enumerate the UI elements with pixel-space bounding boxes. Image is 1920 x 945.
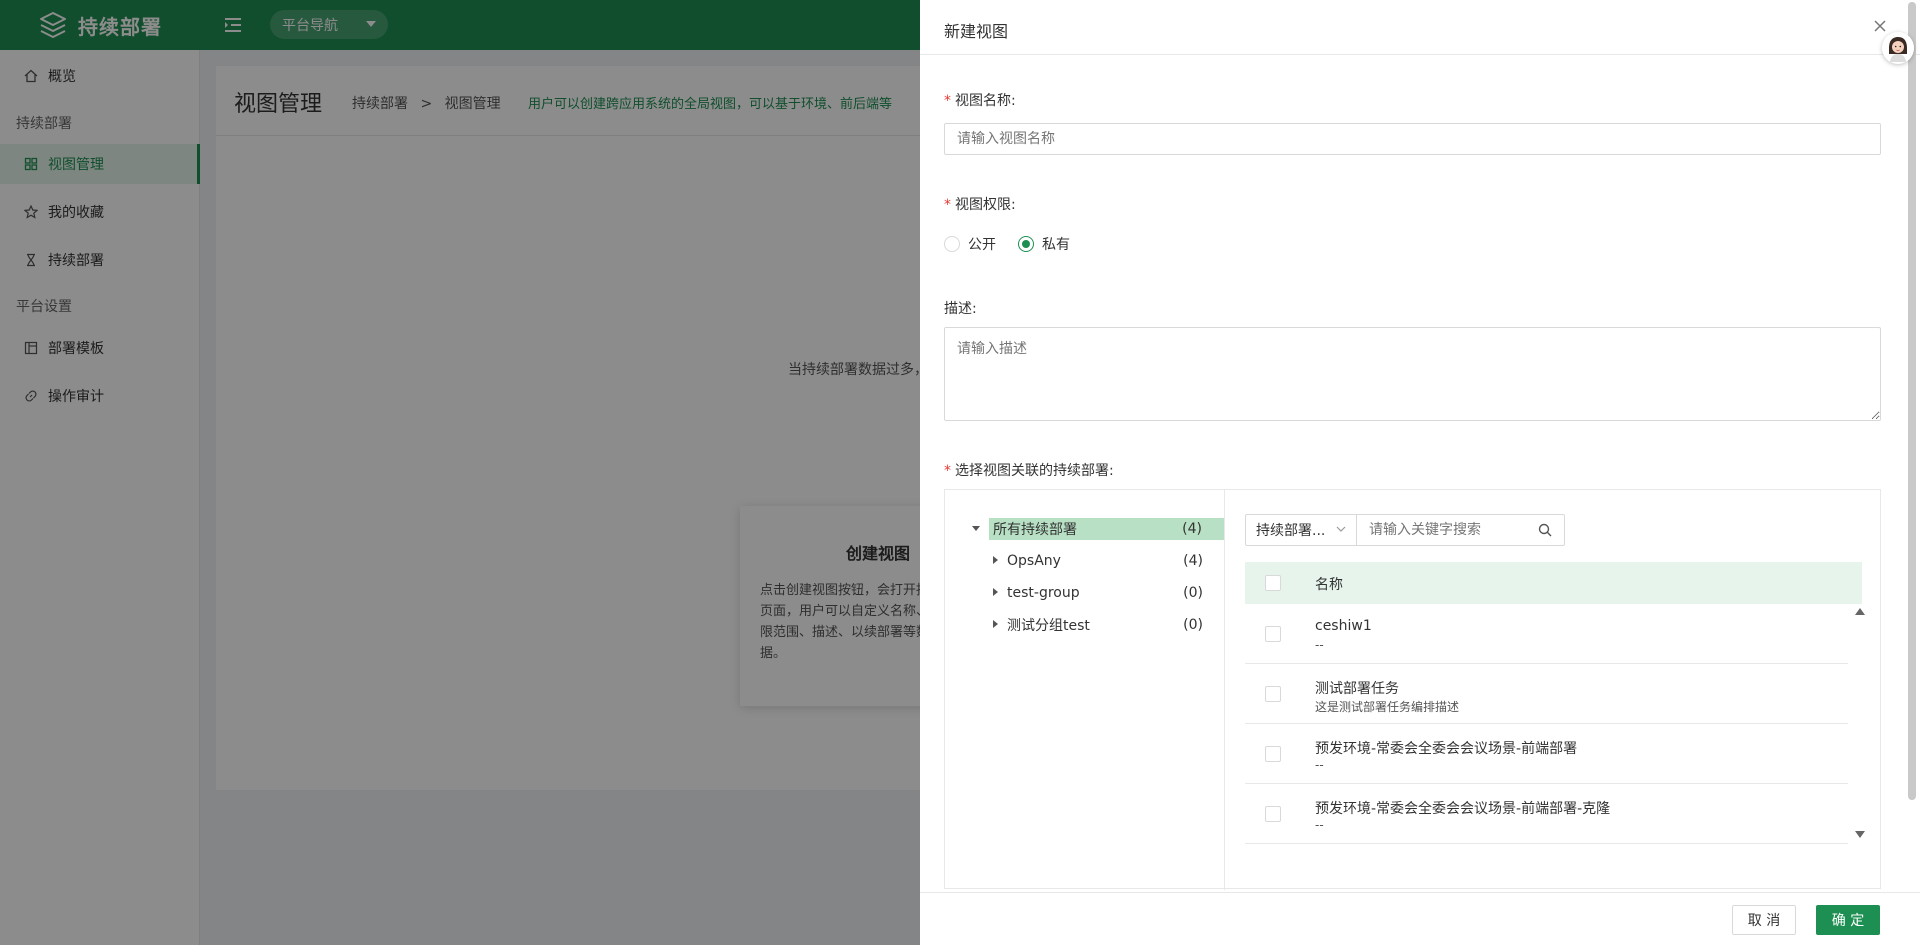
row-title: ceshiw1 (1315, 618, 1372, 634)
caret-right-icon[interactable] (993, 620, 998, 628)
description-label: 描述: (944, 301, 977, 317)
row-checkbox[interactable] (1265, 746, 1281, 762)
caret-right-icon[interactable] (993, 556, 998, 564)
tree-node-test-group[interactable]: test-group (0) (993, 582, 1225, 604)
list-item[interactable]: 预发环境-常委会全委会会议场景-前端部署 -- (1245, 724, 1848, 784)
row-checkbox[interactable] (1265, 806, 1281, 822)
caret-down-icon[interactable] (972, 526, 980, 531)
list-header: 名称 (1245, 562, 1862, 604)
chevron-down-icon (1336, 526, 1346, 532)
list-item[interactable]: 测试部署任务 这是测试部署任务编排描述 (1245, 664, 1848, 724)
radio-private[interactable] (1018, 236, 1034, 252)
user-avatar-icon (1882, 32, 1914, 64)
select-all-checkbox[interactable] (1265, 575, 1281, 591)
row-title: 预发环境-常委会全委会会议场景-前端部署 (1315, 741, 1578, 757)
row-title: 预发环境-常委会全委会会议场景-前端部署-克隆 (1315, 801, 1611, 817)
view-name-label: * 视图名称: (944, 93, 1016, 109)
drawer-header: 新建视图 (920, 0, 1920, 55)
permission-radio-group: 公开 私有 (944, 234, 1092, 254)
list-header-name: 名称 (1315, 577, 1343, 593)
search-icon[interactable] (1538, 523, 1552, 537)
row-subtitle: -- (1315, 758, 1324, 772)
deploy-selection-panel: 所有持续部署 (4) OpsAny (4) test-group (0) 测试分… (944, 489, 1881, 890)
filter-type-select[interactable]: 持续部署... (1245, 514, 1357, 546)
list-item[interactable]: 预发环境-常委会全委会会议场景-前端部署-克隆 -- (1245, 784, 1848, 844)
tree-node-all[interactable]: 所有持续部署 (4) (972, 518, 1224, 540)
row-title: 测试部署任务 (1315, 681, 1399, 697)
row-checkbox[interactable] (1265, 626, 1281, 642)
tree-node-test-cn[interactable]: 测试分组test (0) (993, 614, 1225, 636)
row-subtitle: -- (1315, 818, 1324, 832)
filter-type-value: 持续部署... (1256, 523, 1326, 539)
scroll-up-icon[interactable] (1855, 608, 1865, 615)
drawer-scrollbar-thumb[interactable] (1908, 2, 1916, 800)
tree-node-opsany[interactable]: OpsAny (4) (993, 550, 1225, 572)
close-icon[interactable] (1872, 18, 1888, 34)
description-textarea[interactable] (944, 327, 1881, 421)
row-subtitle: -- (1315, 638, 1324, 652)
cancel-button[interactable]: 取 消 (1732, 905, 1796, 935)
confirm-button[interactable]: 确 定 (1816, 905, 1880, 935)
avatar[interactable] (1882, 32, 1914, 64)
row-subtitle: 这是测试部署任务编排描述 (1315, 700, 1460, 714)
list-item[interactable]: ceshiw1 -- (1245, 604, 1848, 664)
scroll-down-icon[interactable] (1855, 831, 1865, 838)
row-checkbox[interactable] (1265, 686, 1281, 702)
group-tree: 所有持续部署 (4) OpsAny (4) test-group (0) 测试分… (945, 490, 1225, 890)
keyword-search-input[interactable] (1356, 514, 1565, 546)
select-deploy-label: * 选择视图关联的持续部署: (944, 463, 1114, 479)
radio-public[interactable] (944, 236, 960, 252)
view-permission-label: * 视图权限: (944, 197, 1016, 213)
radio-public-label[interactable]: 公开 (968, 234, 996, 254)
caret-right-icon[interactable] (993, 588, 998, 596)
new-view-drawer: 新建视图 *视图名称: *视图权限: 公开 私有 描述: *选择视图关联的持续部… (920, 0, 1920, 945)
drawer-footer: 取 消 确 定 (920, 892, 1920, 945)
view-name-input[interactable] (944, 123, 1881, 155)
drawer-title: 新建视图 (944, 22, 1009, 41)
radio-private-label[interactable]: 私有 (1042, 234, 1070, 254)
